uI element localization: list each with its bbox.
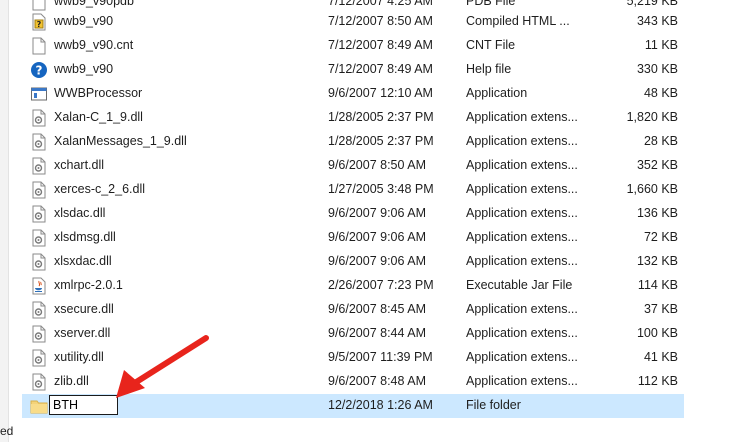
annotation-arrow-icon <box>116 335 209 398</box>
status-bar-text: ed <box>0 424 14 438</box>
